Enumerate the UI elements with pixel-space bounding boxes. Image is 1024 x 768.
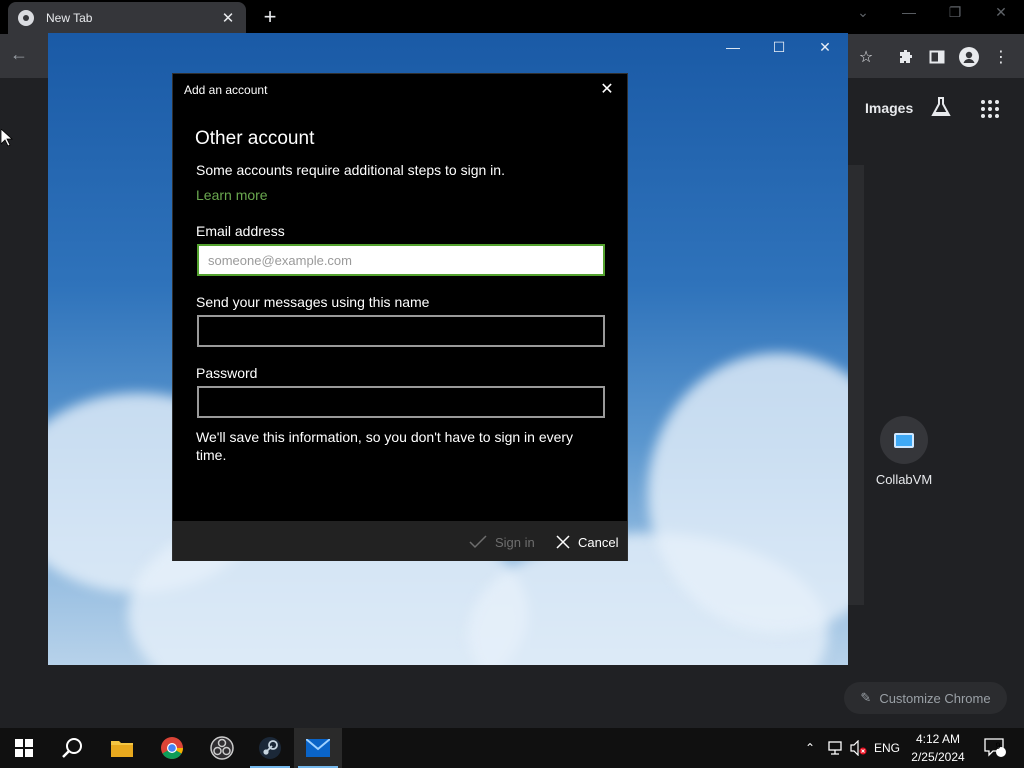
shortcut-tile[interactable]: CollabVM	[872, 416, 936, 487]
browser-tab-strip: New Tab ✕ + ⌄ — ❐ ✕	[0, 0, 1024, 34]
dialog-footer: Sign in Cancel	[173, 521, 627, 561]
mail-taskbar-icon[interactable]	[294, 728, 342, 768]
clock-date: 2/25/2024	[911, 750, 965, 764]
desktop-screen: New Tab ✕ + ⌄ — ❐ ✕ ← ☆ ⋮ Images CollabV…	[0, 0, 1024, 768]
checkmark-icon	[469, 535, 487, 549]
bookmark-star-icon[interactable]: ☆	[855, 46, 877, 68]
cancel-x-icon	[556, 535, 570, 549]
chrome-taskbar-icon[interactable]	[148, 728, 196, 768]
tab-close-icon[interactable]: ✕	[220, 9, 236, 27]
mail-maximize-icon[interactable]: ☐	[764, 39, 794, 61]
add-account-dialog: Add an account ✕ Other account Some acco…	[172, 73, 628, 561]
page-side-panel	[848, 165, 864, 605]
notification-count-badge: 9	[995, 741, 1001, 751]
sign-in-button[interactable]: Sign in	[469, 531, 535, 553]
images-link[interactable]: Images	[865, 100, 913, 116]
shortcut-icon-circle	[880, 416, 928, 464]
password-label: Password	[196, 365, 258, 381]
email-field[interactable]	[197, 244, 605, 276]
action-center-icon[interactable]: 9	[980, 728, 1010, 768]
file-explorer-icon[interactable]	[98, 728, 146, 768]
labs-flask-icon[interactable]	[930, 96, 952, 124]
clock-time: 4:12 AM	[915, 732, 961, 746]
start-windows-icon[interactable]	[0, 728, 48, 768]
side-panel-icon[interactable]	[926, 46, 948, 68]
save-info-note: We'll save this information, so you don'…	[196, 429, 574, 463]
network-icon[interactable]	[824, 728, 846, 768]
display-name-field[interactable]	[197, 315, 605, 347]
email-label: Email address	[196, 223, 285, 239]
dialog-heading: Other account	[195, 128, 315, 149]
tab-search-icon[interactable]: ⌄	[848, 4, 878, 26]
mail-close-icon[interactable]: ✕	[810, 39, 840, 61]
profile-avatar-icon[interactable]	[958, 46, 980, 68]
learn-more-link[interactable]: Learn more	[196, 187, 268, 203]
shortcut-label: CollabVM	[875, 472, 933, 487]
chrome-favicon-icon	[18, 10, 34, 26]
language-indicator[interactable]: ENG	[872, 728, 902, 768]
tab-title: New Tab	[46, 11, 93, 25]
system-clock[interactable]: 4:12 AM 2/25/2024	[903, 730, 973, 766]
google-apps-icon[interactable]	[979, 98, 1001, 120]
search-icon[interactable]	[48, 728, 96, 768]
new-tab-button[interactable]: +	[258, 4, 282, 30]
minimize-icon[interactable]: —	[894, 4, 924, 26]
steam-icon[interactable]	[246, 728, 294, 768]
dialog-description: Some accounts require additional steps t…	[196, 162, 505, 178]
mail-minimize-icon[interactable]: —	[718, 39, 748, 61]
browser-tab[interactable]: New Tab ✕	[8, 2, 246, 34]
monitor-icon	[894, 432, 914, 448]
customize-chrome-button[interactable]: ✎ Customize Chrome	[844, 682, 1007, 714]
customize-chrome-label: Customize Chrome	[879, 690, 991, 706]
windows-taskbar: ⌃ ENG 4:12 AM 2/25/2024 9	[0, 728, 1024, 768]
password-field[interactable]	[197, 386, 605, 418]
close-window-icon[interactable]: ✕	[986, 4, 1016, 26]
dialog-close-icon[interactable]: ✕	[597, 80, 617, 100]
display-name-label: Send your messages using this name	[196, 294, 430, 310]
extensions-icon[interactable]	[895, 46, 917, 68]
obs-icon[interactable]	[198, 728, 246, 768]
pencil-icon: ✎	[860, 690, 872, 705]
cancel-label: Cancel	[578, 534, 619, 550]
cancel-button[interactable]: Cancel	[556, 531, 618, 553]
volume-muted-icon[interactable]	[848, 728, 870, 768]
sign-in-label: Sign in	[495, 534, 535, 550]
restore-icon[interactable]: ❐	[940, 4, 970, 26]
chrome-menu-icon[interactable]: ⋮	[990, 46, 1012, 68]
mouse-cursor-icon	[0, 128, 14, 152]
show-hidden-icons-icon[interactable]: ⌃	[800, 728, 820, 768]
dialog-title: Add an account	[184, 83, 268, 97]
back-arrow-icon[interactable]: ←	[10, 44, 28, 65]
